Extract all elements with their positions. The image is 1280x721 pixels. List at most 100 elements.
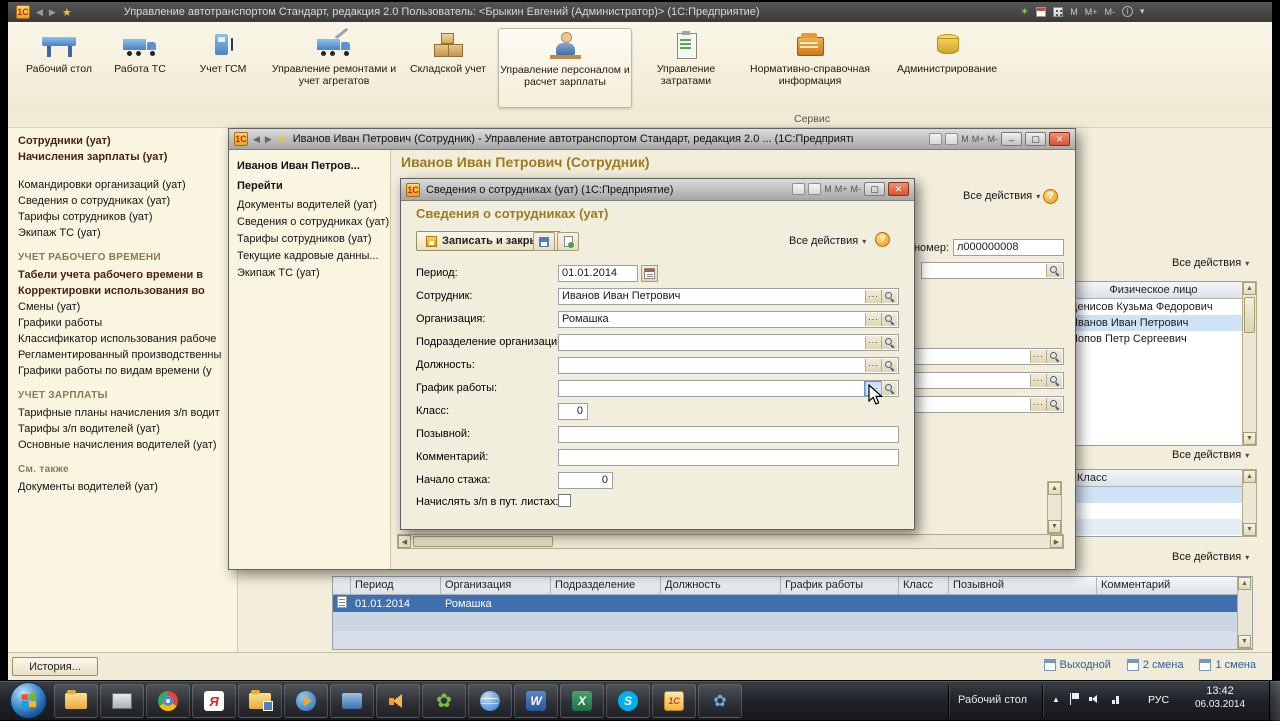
ribbon-section-desktop[interactable]: Рабочий стол bbox=[22, 28, 96, 108]
open-button[interactable] bbox=[881, 336, 897, 349]
all-actions-dialog-button[interactable]: Все действия bbox=[789, 235, 866, 247]
open-button[interactable] bbox=[881, 313, 897, 326]
taskbar-icon-excel[interactable] bbox=[560, 684, 604, 718]
scroll-up-icon[interactable] bbox=[1048, 482, 1061, 495]
open-button[interactable] bbox=[1046, 264, 1062, 277]
col-position[interactable]: Должность bbox=[661, 577, 781, 594]
desktop-toolbar[interactable]: Рабочий стол bbox=[958, 694, 1027, 706]
choose-button[interactable] bbox=[1030, 350, 1046, 363]
favorites-star-icon[interactable]: ★ bbox=[277, 133, 287, 146]
callsign-field[interactable] bbox=[558, 426, 899, 443]
persons-scrollbar[interactable] bbox=[1242, 281, 1257, 446]
period-field[interactable]: 01.01.2014 bbox=[558, 265, 638, 282]
app-titlebar[interactable]: 1С ◀ ▶ ★ Управление автотранспортом Стан… bbox=[8, 2, 1272, 22]
choose-button[interactable] bbox=[865, 290, 881, 303]
seniority-field[interactable]: 0 bbox=[558, 472, 613, 489]
scroll-thumb[interactable] bbox=[1244, 297, 1255, 333]
memory-plus-button[interactable]: M+ bbox=[972, 134, 985, 144]
open-button[interactable] bbox=[881, 359, 897, 372]
dialog-titlebar[interactable]: 1С Сведения о сотрудниках (уат) (1С:Пред… bbox=[401, 179, 914, 201]
legend-item-shift1[interactable]: 1 смена bbox=[1199, 659, 1256, 671]
scroll-up-icon[interactable] bbox=[1243, 282, 1256, 295]
chevron-down-icon[interactable] bbox=[1140, 6, 1145, 17]
choose-button[interactable] bbox=[865, 359, 881, 372]
memory-button[interactable]: M bbox=[1070, 7, 1078, 17]
ribbon-section-admin[interactable]: Администрирование bbox=[888, 28, 1006, 108]
history-button[interactable]: История... bbox=[12, 657, 98, 676]
horizontal-scrollbar[interactable] bbox=[397, 534, 1064, 549]
nav-item-employee-rates[interactable]: Тарифы сотрудников (уат) bbox=[237, 233, 372, 245]
ribbon-section-vehicles[interactable]: Работа ТС bbox=[104, 28, 176, 108]
network-icon[interactable] bbox=[1111, 694, 1121, 704]
window-tool-icon[interactable] bbox=[945, 133, 958, 145]
schedule-field[interactable] bbox=[558, 380, 899, 397]
list-item-person[interactable]: Попов Петр Сергеевич bbox=[1065, 331, 1242, 347]
employee-field[interactable]: Иванов Иван Петрович bbox=[558, 288, 899, 305]
taskbar-icon-chrome[interactable] bbox=[146, 684, 190, 718]
taskbar-icon-word[interactable] bbox=[514, 684, 558, 718]
memory-plus-button[interactable]: M+ bbox=[1085, 7, 1098, 17]
list-item-person[interactable]: Денисов Кузьма Федорович bbox=[1065, 299, 1242, 315]
action-center-icon[interactable] bbox=[1070, 693, 1079, 705]
scroll-down-icon[interactable] bbox=[1238, 635, 1251, 648]
sidebar-item-driver-accruals[interactable]: Основные начисления водителей (уат) bbox=[8, 437, 237, 453]
window-tool-icon[interactable] bbox=[929, 133, 942, 145]
taskbar-clock[interactable]: 13:42 06.03.2014 bbox=[1182, 685, 1258, 710]
class-scrollbar[interactable] bbox=[1242, 469, 1257, 537]
nav-item-employee-info[interactable]: Сведения о сотрудниках (уат) bbox=[237, 216, 389, 228]
col-callsign[interactable]: Позывной bbox=[949, 577, 1097, 594]
info-icon[interactable] bbox=[1122, 6, 1133, 17]
taskbar-icon-yandex[interactable] bbox=[192, 684, 236, 718]
open-button[interactable] bbox=[1046, 350, 1062, 363]
memory-minus-button[interactable]: M- bbox=[1104, 7, 1115, 17]
accrue-checkbox[interactable] bbox=[558, 494, 571, 507]
ribbon-section-fuel[interactable]: Учет ГСМ bbox=[184, 28, 262, 108]
taskbar-icon-explorer[interactable] bbox=[54, 684, 98, 718]
sidebar-item-driver-documents[interactable]: Документы водителей (уат) bbox=[8, 479, 237, 495]
choose-button[interactable] bbox=[1030, 374, 1046, 387]
class-row-selected[interactable] bbox=[1065, 487, 1242, 503]
persons-column-header[interactable]: Физическое лицо bbox=[1065, 282, 1242, 299]
close-button[interactable] bbox=[1049, 132, 1070, 146]
help-icon[interactable] bbox=[875, 232, 890, 247]
ribbon-section-reference[interactable]: Нормативно-справочная информация bbox=[740, 28, 880, 108]
col-organization[interactable]: Организация bbox=[441, 577, 551, 594]
sidebar-item-tariff-plans[interactable]: Тарифные планы начисления з/п водит bbox=[8, 405, 237, 421]
taskbar-icon-app[interactable] bbox=[330, 684, 374, 718]
choose-button[interactable] bbox=[1030, 398, 1046, 411]
col-comment[interactable]: Комментарий bbox=[1097, 577, 1239, 594]
records-scrollbar[interactable] bbox=[1237, 577, 1252, 649]
reread-button[interactable] bbox=[557, 232, 579, 251]
class-field[interactable]: 0 bbox=[558, 403, 588, 420]
sidebar-item-schedules-by-time[interactable]: Графики работы по видам времени (у bbox=[8, 363, 237, 379]
col-class[interactable]: Класс bbox=[899, 577, 949, 594]
all-actions-records-button[interactable]: Все действия bbox=[1172, 551, 1249, 563]
back-icon[interactable]: ◀ bbox=[36, 7, 43, 18]
nav-current-employee[interactable]: Иванов Иван Петров... bbox=[237, 160, 360, 172]
nav-item-hr-data[interactable]: Текущие кадровые данны... bbox=[237, 250, 379, 262]
open-button[interactable] bbox=[1046, 398, 1062, 411]
col-period[interactable]: Период bbox=[351, 577, 441, 594]
sidebar-item-corrections[interactable]: Корректировки использования во bbox=[8, 283, 237, 299]
department-field[interactable] bbox=[558, 334, 899, 351]
sidebar-item-shifts[interactable]: Смены (уат) bbox=[8, 299, 237, 315]
calendar-icon[interactable] bbox=[1036, 7, 1046, 17]
memory-minus-button[interactable]: M- bbox=[851, 184, 862, 194]
organization-field[interactable]: Ромашка bbox=[558, 311, 899, 328]
taskbar-icon-skype[interactable] bbox=[606, 684, 650, 718]
calendar-picker-button[interactable] bbox=[641, 265, 658, 282]
group-label-service[interactable]: Сервис bbox=[794, 113, 830, 125]
taskbar-icon-utility-window[interactable] bbox=[100, 684, 144, 718]
scroll-left-icon[interactable] bbox=[398, 535, 411, 548]
service-star-icon[interactable]: ✶ bbox=[1020, 5, 1029, 18]
sidebar-item-schedules[interactable]: Графики работы bbox=[8, 315, 237, 331]
volume-icon[interactable] bbox=[1089, 693, 1101, 705]
scroll-up-icon[interactable] bbox=[1238, 577, 1251, 590]
memory-button[interactable]: M bbox=[961, 134, 969, 144]
nav-item-driver-documents[interactable]: Документы водителей (уат) bbox=[237, 199, 377, 211]
col-schedule[interactable]: График работы bbox=[781, 577, 899, 594]
all-actions-window-button[interactable]: Все действия bbox=[963, 190, 1040, 202]
maximize-button[interactable] bbox=[1025, 132, 1046, 146]
scroll-up-icon[interactable] bbox=[1243, 470, 1256, 483]
write-button[interactable] bbox=[533, 232, 555, 251]
